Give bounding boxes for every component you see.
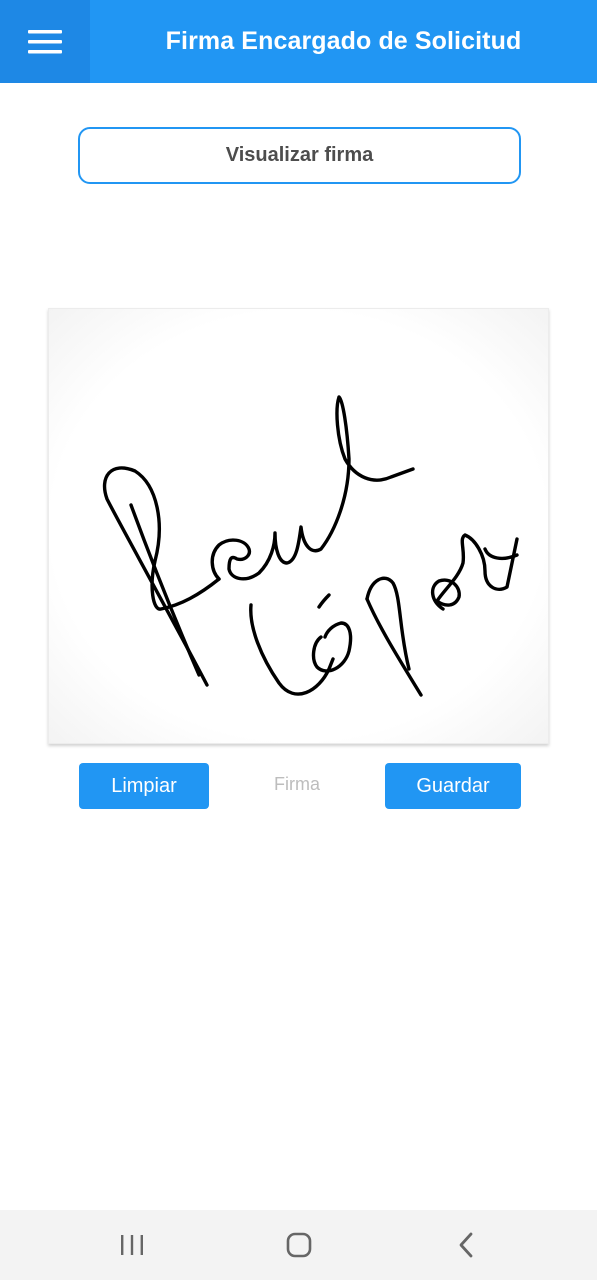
signature-drawing [102,395,519,697]
back-icon [459,1232,473,1258]
signature-pad[interactable] [48,308,549,744]
save-button[interactable]: Guardar [385,763,521,809]
system-nav-bar [0,1210,597,1280]
view-signature-button[interactable]: Visualizar firma [78,127,521,184]
home-icon [286,1232,312,1258]
clear-button[interactable]: Limpiar [79,763,209,809]
home-button[interactable] [259,1210,339,1280]
app-bar: Firma Encargado de Solicitud [0,0,597,83]
page-title: Firma Encargado de Solicitud [165,27,522,55]
menu-button[interactable] [0,0,90,83]
recent-apps-button[interactable] [92,1210,172,1280]
hamburger-menu-icon [28,29,62,53]
signature-caption: Firma [274,774,320,794]
back-button[interactable] [426,1210,506,1280]
recent-apps-icon [121,1235,143,1255]
app-screen: Firma Encargado de Solicitud Visualizar … [0,0,597,1280]
